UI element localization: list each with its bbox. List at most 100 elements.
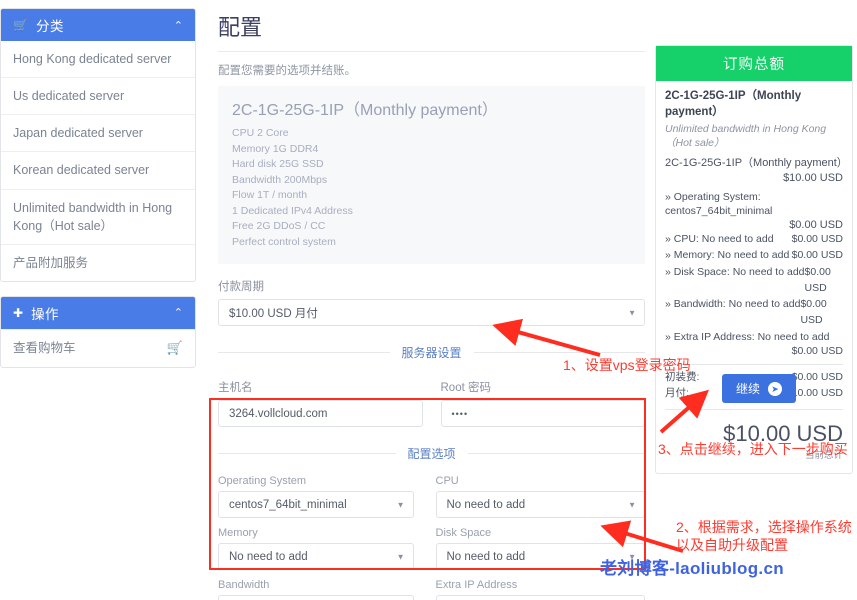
product-spec-line: Memory 1G DDR4 bbox=[232, 142, 631, 158]
root-password-input[interactable]: •••• bbox=[441, 400, 646, 427]
divider-line-right bbox=[468, 453, 646, 454]
plus-icon: ✚ bbox=[13, 306, 23, 320]
config-label: Bandwidth bbox=[218, 579, 414, 591]
server-settings-divider-text: 服务器设置 bbox=[390, 344, 474, 361]
sidebar-categories-list: Hong Kong dedicated server Us dedicated … bbox=[1, 41, 195, 281]
page-title: 配置 bbox=[218, 0, 645, 51]
chevron-down-icon: ▼ bbox=[628, 500, 636, 509]
annotation-2-select-os: 2、根据需求，选择操作系统以及自助升级配置 bbox=[676, 518, 856, 554]
extra-ip-address-select[interactable]: No need to add ▼ bbox=[436, 595, 646, 600]
chevron-up-icon[interactable]: ⌃ bbox=[174, 306, 183, 319]
chevron-down-icon: ▼ bbox=[397, 500, 405, 509]
sidebar-panel-actions: ✚ 操作 ⌃ 查看购物车 🛒 bbox=[0, 296, 196, 368]
config-field-cpu: CPU No need to add ▼ bbox=[432, 466, 646, 518]
sidebar-item-korean-dedicated-server[interactable]: Korean dedicated server bbox=[1, 151, 195, 188]
config-value: No need to add bbox=[447, 551, 526, 563]
sidebar-item-hong-kong-dedicated-server[interactable]: Hong Kong dedicated server bbox=[1, 41, 195, 77]
cart-icon: 🛒 bbox=[13, 18, 28, 32]
product-specs: CPU 2 Core Memory 1G DDR4 Hard disk 25G … bbox=[232, 126, 631, 250]
sidebar-item-view-cart[interactable]: 查看购物车 🛒 bbox=[1, 329, 195, 367]
config-label: CPU bbox=[436, 475, 646, 487]
billing-cycle-select[interactable]: $10.00 USD 月付 ▼ bbox=[218, 299, 645, 326]
summary-row: » Bandwidth: No need to add $0.00 USD bbox=[665, 296, 843, 329]
order-summary-panel: 订购总额 2C-1G-25G-1IP（Monthly payment） Unli… bbox=[655, 45, 853, 474]
summary-base-price: $10.00 USD bbox=[665, 172, 843, 184]
chevron-up-icon[interactable]: ⌃ bbox=[174, 19, 183, 32]
product-spec-line: 1 Dedicated IPv4 Address bbox=[232, 204, 631, 220]
root-password-value: •••• bbox=[452, 409, 469, 419]
sidebar-item-japan-dedicated-server[interactable]: Japan dedicated server bbox=[1, 114, 195, 151]
arrow-right-circle-icon: ➤ bbox=[768, 382, 782, 396]
config-options-divider: 配置选项 bbox=[218, 445, 645, 462]
sidebar-actions-title: 操作 bbox=[31, 303, 174, 323]
product-spec-line: Hard disk 25G SSD bbox=[232, 157, 631, 173]
annotation-3-click-continue: 3、点击继续，进入下一步购买 bbox=[658, 440, 857, 458]
config-value: No need to add bbox=[447, 499, 526, 511]
summary-divider bbox=[665, 364, 843, 365]
product-spec-line: Flow 1T / month bbox=[232, 188, 631, 204]
bandwidth-select[interactable]: No need to add ▼ bbox=[218, 595, 414, 600]
operating-system-select[interactable]: centos7_64bit_minimal ▼ bbox=[218, 491, 414, 518]
sidebar: 🛒 分类 ⌃ Hong Kong dedicated server Us ded… bbox=[0, 8, 196, 382]
page-root: 🛒 分类 ⌃ Hong Kong dedicated server Us ded… bbox=[0, 0, 857, 600]
sidebar-categories-header[interactable]: 🛒 分类 ⌃ bbox=[1, 9, 195, 41]
main-content: 配置 配置您需要的选项并结账。 2C-1G-25G-1IP（Monthly pa… bbox=[218, 0, 645, 600]
summary-row-label: » Memory: No need to add bbox=[665, 247, 789, 263]
summary-os-price: $0.00 USD bbox=[665, 219, 843, 231]
hostname-value: 3264.vollcloud.com bbox=[229, 408, 327, 420]
root-password-field-group: Root 密码 •••• bbox=[441, 365, 646, 427]
summary-divider bbox=[665, 409, 843, 410]
cpu-select[interactable]: No need to add ▼ bbox=[436, 491, 646, 518]
sidebar-item-unlimited-bandwidth-hong-kong[interactable]: Unlimited bandwidth in Hong Kong（Hot sal… bbox=[1, 189, 195, 244]
summary-setup-fee-value: $0.00 USD bbox=[792, 370, 843, 386]
annotation-1-set-password: 1、设置vps登录密码 bbox=[563, 356, 691, 374]
summary-row: » Memory: No need to add $0.00 USD bbox=[665, 247, 843, 263]
config-value: No need to add bbox=[229, 551, 308, 563]
summary-row-label: » CPU: No need to add bbox=[665, 231, 774, 247]
order-summary-header: 订购总额 bbox=[656, 46, 852, 81]
config-field-bandwidth: Bandwidth No need to add ▼ bbox=[218, 570, 432, 600]
summary-row-price: $0.00 USD bbox=[792, 247, 843, 263]
sidebar-actions-header[interactable]: ✚ 操作 ⌃ bbox=[1, 297, 195, 329]
sidebar-item-label: Japan dedicated server bbox=[13, 124, 143, 142]
config-field-operating-system: Operating System centos7_64bit_minimal ▼ bbox=[218, 466, 432, 518]
lead-text: 配置您需要的选项并结账。 bbox=[218, 62, 645, 78]
server-settings-fields: 主机名 3264.vollcloud.com Root 密码 •••• bbox=[218, 365, 645, 427]
hostname-input[interactable]: 3264.vollcloud.com bbox=[218, 400, 423, 427]
divider-line-left bbox=[218, 453, 396, 454]
config-field-memory: Memory No need to add ▼ bbox=[218, 518, 432, 570]
product-spec-line: CPU 2 Core bbox=[232, 126, 631, 142]
sidebar-item-us-dedicated-server[interactable]: Us dedicated server bbox=[1, 77, 195, 114]
summary-product-name: 2C-1G-25G-1IP（Monthly payment） bbox=[665, 89, 843, 120]
config-label: Disk Space bbox=[436, 527, 646, 539]
summary-os-line: » Operating System: centos7_64bit_minima… bbox=[665, 190, 843, 219]
summary-row: » Disk Space: No need to add $0.00 USD bbox=[665, 264, 843, 297]
sidebar-item-label: 产品附加服务 bbox=[13, 254, 88, 272]
config-options-divider-text: 配置选项 bbox=[396, 445, 468, 462]
product-spec-line: Free 2G DDoS / CC bbox=[232, 219, 631, 235]
config-options-grid: Operating System centos7_64bit_minimal ▼… bbox=[218, 466, 645, 600]
summary-extra-ip-price: $0.00 USD bbox=[665, 345, 843, 357]
order-summary-body: 2C-1G-25G-1IP（Monthly payment） Unlimited… bbox=[656, 81, 852, 473]
product-spec-line: Bandwidth 200Mbps bbox=[232, 173, 631, 189]
config-label: Operating System bbox=[218, 475, 414, 487]
sidebar-panel-categories: 🛒 分类 ⌃ Hong Kong dedicated server Us ded… bbox=[0, 8, 196, 282]
product-summary-box: 2C-1G-25G-1IP（Monthly payment） CPU 2 Cor… bbox=[218, 86, 645, 264]
hostname-label: 主机名 bbox=[218, 379, 423, 395]
sidebar-item-label: Hong Kong dedicated server bbox=[13, 50, 171, 68]
summary-base-line: 2C-1G-25G-1IP（Monthly payment） bbox=[665, 156, 843, 171]
memory-select[interactable]: No need to add ▼ bbox=[218, 543, 414, 570]
summary-row-price: $0.00 USD bbox=[792, 231, 843, 247]
config-value: centos7_64bit_minimal bbox=[229, 499, 347, 511]
title-divider bbox=[218, 51, 645, 52]
summary-row: » CPU: No need to add $0.00 USD bbox=[665, 231, 843, 247]
divider-line-left bbox=[218, 352, 390, 353]
root-password-label: Root 密码 bbox=[441, 379, 646, 395]
continue-button[interactable]: 继续 ➤ bbox=[722, 374, 796, 403]
divider-line-right bbox=[474, 352, 646, 353]
hostname-field-group: 主机名 3264.vollcloud.com bbox=[218, 365, 423, 427]
sidebar-item-label: Korean dedicated server bbox=[13, 161, 149, 179]
chevron-down-icon: ▼ bbox=[628, 308, 636, 317]
sidebar-item-product-addon-services[interactable]: 产品附加服务 bbox=[1, 244, 195, 281]
sidebar-item-label: Unlimited bandwidth in Hong Kong（Hot sal… bbox=[13, 199, 183, 235]
